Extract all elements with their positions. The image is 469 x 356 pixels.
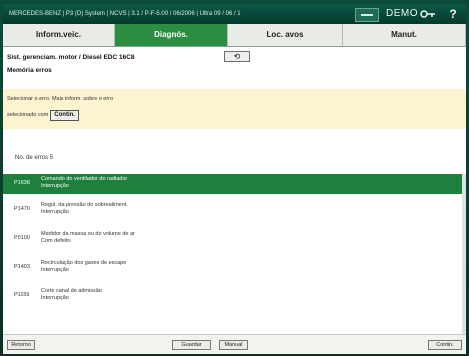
- error-code: P1159: [14, 292, 30, 298]
- page-title: Memória erros: [7, 67, 52, 74]
- error-status: Interrupção: [41, 295, 69, 301]
- system-title: Sist. gerenciam. motor / Diesel EDC 16C8: [7, 54, 135, 61]
- back-arrow-icon: ⟲: [233, 52, 241, 61]
- error-row[interactable]: P1159 Corte canal de admissão Interrupção: [3, 286, 462, 306]
- demo-label: DEMO: [386, 8, 418, 19]
- device-frame: MERCEDES-BENZ | P3 (D) System | NCVS | 3…: [0, 0, 469, 356]
- save-button[interactable]: Guardar: [172, 340, 211, 350]
- tab-diagnosis[interactable]: Diagnós.: [115, 24, 228, 46]
- error-row[interactable]: P1636 Comando do ventilador do radiador I…: [3, 174, 462, 194]
- error-description: Comando do ventilador do radiador: [41, 176, 128, 182]
- error-status: Interrupção: [41, 183, 69, 189]
- info-line-2: selecionado com Contin.: [7, 110, 79, 121]
- tab-locations[interactable]: Loc. avos: [228, 24, 343, 46]
- manual-button[interactable]: Manual: [219, 340, 248, 350]
- inline-contin-button[interactable]: Contin.: [50, 110, 79, 121]
- error-count: No. de erros 5: [15, 155, 54, 161]
- tab-vehicle-info[interactable]: Inform.veic.: [3, 24, 115, 46]
- back-footer-button[interactable]: Retorno: [7, 340, 35, 350]
- error-code: P1636: [14, 180, 30, 186]
- main-screen: Inform.veic. Diagnós. Loc. avos Manut. S…: [3, 24, 466, 354]
- title-bar: MERCEDES-BENZ | P3 (D) System | NCVS | 3…: [3, 4, 466, 24]
- minimize-button[interactable]: [355, 8, 379, 22]
- error-code: P1470: [14, 206, 30, 212]
- error-code: P0100: [14, 235, 30, 241]
- error-status: Interrupção: [41, 209, 69, 215]
- key-icon[interactable]: [420, 7, 436, 21]
- error-code: P1403: [14, 264, 30, 270]
- back-button[interactable]: ⟲: [224, 51, 250, 62]
- minimize-icon: [361, 14, 373, 16]
- help-icon[interactable]: ?: [443, 7, 463, 21]
- footer-bar: Retorno Guardar Manual Contin.: [3, 334, 466, 354]
- info-line-1: Selecionar o erro. Mais inform. sobre o …: [7, 96, 114, 102]
- error-status: Com defeito: [41, 238, 71, 244]
- continue-button[interactable]: Contin.: [428, 340, 462, 350]
- tab-maintenance[interactable]: Manut.: [343, 24, 466, 46]
- scrollbar[interactable]: [462, 174, 466, 334]
- error-description: Regul. da pressão do sobrealiment.: [41, 202, 128, 208]
- window-title: MERCEDES-BENZ | P3 (D) System | NCVS | 3…: [9, 11, 241, 17]
- error-row[interactable]: P1470 Regul. da pressão do sobrealiment.…: [3, 200, 462, 220]
- error-description: Corte canal de admissão: [41, 288, 102, 294]
- error-row[interactable]: P1403 Recirculação dos gases de escape In…: [3, 258, 462, 278]
- info-panel: Selecionar o erro. Mais inform. sobre o …: [3, 89, 466, 129]
- error-status: Interrupção: [41, 267, 69, 273]
- error-description: Recirculação dos gases de escape: [41, 260, 127, 266]
- info-line-2-text: selecionado com: [7, 112, 49, 118]
- error-description: Medidor da massa ou do volume de ar: [41, 231, 135, 237]
- tab-bar: Inform.veic. Diagnós. Loc. avos Manut.: [3, 24, 466, 47]
- error-row[interactable]: P0100 Medidor da massa ou do volume de a…: [3, 229, 462, 249]
